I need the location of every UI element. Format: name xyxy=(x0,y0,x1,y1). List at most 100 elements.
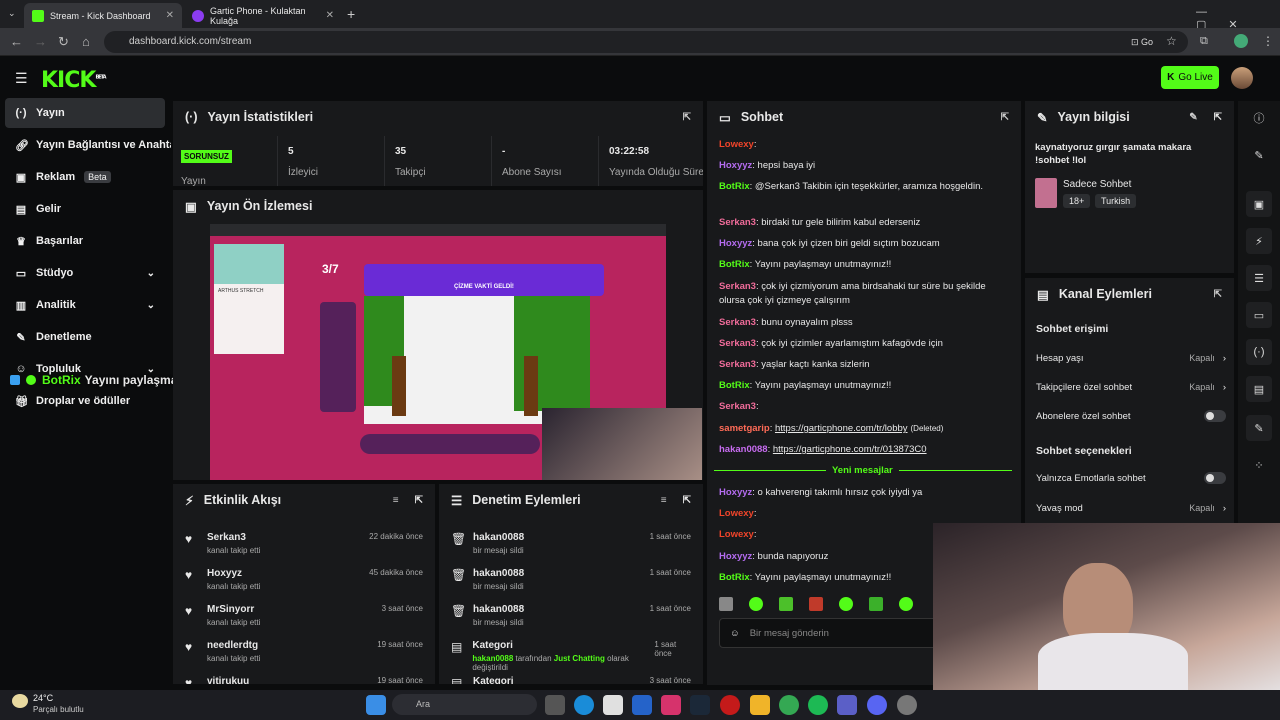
chat-username[interactable]: Hoxyyz xyxy=(719,551,752,562)
store-icon[interactable] xyxy=(603,695,623,715)
chat-username[interactable]: Hoxyyz xyxy=(719,487,752,498)
sidebar-item-yayin[interactable]: (·) Yayın xyxy=(5,98,165,128)
chat-username[interactable]: Serkan3 xyxy=(719,401,756,412)
sidebar-item-basarilar[interactable]: ♛ Başarılar xyxy=(5,226,165,256)
chat-username[interactable]: BotRix xyxy=(719,380,750,391)
lightning-icon[interactable]: ⚡︎ xyxy=(1246,228,1272,254)
emote-icon[interactable] xyxy=(719,597,733,611)
close-icon[interactable]: ✕ xyxy=(326,10,334,21)
chat-username[interactable]: hakan0088 xyxy=(719,444,768,455)
popout-icon[interactable]: ⇱ xyxy=(415,495,423,506)
setting-slow-mode[interactable]: Yavaş mod Kapalı › xyxy=(1036,497,1226,519)
setting-subscribers-only[interactable]: Abonelere özel sohbet xyxy=(1036,405,1226,427)
home-icon[interactable]: ⌂ xyxy=(82,34,90,49)
chat-username[interactable]: Hoxyyz xyxy=(719,238,752,249)
hamburger-menu-icon[interactable]: ☰ xyxy=(15,70,28,87)
emote-icon[interactable] xyxy=(899,597,913,611)
stream-icon[interactable]: (·) xyxy=(1246,339,1272,365)
sidebar-item-reklam[interactable]: ▣ Reklam Beta xyxy=(5,162,165,192)
emote-icon[interactable] xyxy=(809,597,823,611)
forward-icon[interactable]: → xyxy=(34,34,47,49)
spotify-icon[interactable] xyxy=(808,695,828,715)
url-input[interactable]: dashboard.kick.com/stream xyxy=(104,31,1188,53)
edit-icon[interactable]: ✎ xyxy=(1189,112,1197,123)
chat-username[interactable]: Serkan3 xyxy=(719,338,756,349)
sidebar-item-stream-key[interactable]: 🔗︎ Yayın Bağlantısı ve Anahtar xyxy=(5,130,171,160)
teams-icon[interactable] xyxy=(837,695,857,715)
chat-username[interactable]: Hoxyyz xyxy=(719,160,752,171)
bookmark-star-icon[interactable]: ☆ xyxy=(1166,34,1177,48)
task-view-icon[interactable] xyxy=(545,695,565,715)
opera-icon[interactable] xyxy=(720,695,740,715)
emote-picker-icon[interactable]: ☺ xyxy=(730,628,740,639)
emote-icon[interactable] xyxy=(749,597,763,611)
chat-username[interactable]: BotRix xyxy=(719,259,750,270)
chat-message: BotRix: @Serkan3 Takibin için teşekkürle… xyxy=(719,180,1009,194)
extensions-icon[interactable]: ⧉ xyxy=(1200,35,1208,48)
obs-icon[interactable] xyxy=(897,695,917,715)
popout-icon[interactable]: ⇱ xyxy=(1001,112,1009,123)
emote-only-toggle[interactable] xyxy=(1204,472,1226,484)
chat-icon[interactable]: ▭ xyxy=(1246,302,1272,328)
popout-icon[interactable]: ⇱ xyxy=(683,495,691,506)
popout-icon[interactable]: ⇱ xyxy=(683,112,691,123)
chat-username[interactable]: Serkan3 xyxy=(719,359,756,370)
chat-username[interactable]: Serkan3 xyxy=(719,317,756,328)
sidebar-item-analitik[interactable]: ▥ Analitik ⌄ xyxy=(5,290,165,320)
wrench-icon[interactable]: ✎ xyxy=(1246,415,1272,441)
chat-text[interactable]: https://garticphone.com/tr/lobby xyxy=(775,423,908,434)
profile-icon[interactable] xyxy=(1234,34,1248,48)
chat-username[interactable]: Lowexy xyxy=(719,508,754,519)
chat-username[interactable]: Serkan3 xyxy=(719,281,756,292)
subs-only-toggle[interactable] xyxy=(1204,410,1226,422)
sidebar-item-gelir[interactable]: ▤ Gelir xyxy=(5,194,165,224)
back-icon[interactable]: ← xyxy=(10,34,23,49)
chat-username[interactable]: BotRix xyxy=(719,181,750,192)
tab-search-icon[interactable]: ⌄ xyxy=(8,8,16,19)
more-icon[interactable]: ⁘ xyxy=(1246,452,1272,478)
popout-icon[interactable]: ⇱ xyxy=(1214,289,1222,300)
start-icon[interactable] xyxy=(366,695,386,715)
chat-username[interactable]: Serkan3 xyxy=(719,217,756,228)
settings-icon[interactable]: ▤ xyxy=(1246,376,1272,402)
sidebar-item-studyo[interactable]: ▭ Stüdyo ⌄ xyxy=(5,258,165,288)
chat-text[interactable]: https://garticphone.com/tr/013873C0 xyxy=(773,444,927,455)
user-avatar[interactable] xyxy=(1231,67,1253,89)
setting-account-age[interactable]: Hesap yaşı Kapalı › xyxy=(1036,347,1226,369)
info-icon[interactable]: ⓘ xyxy=(1246,105,1272,131)
filter-icon[interactable]: ≡ xyxy=(661,495,667,506)
sidebar-item-droplar[interactable]: 🎁︎ Droplar ve ödüller xyxy=(5,386,165,416)
tab-gartic-phone[interactable]: Gartic Phone - Kulaktan Kulağa ✕ xyxy=(184,3,342,28)
list-icon[interactable]: ☰ xyxy=(1246,265,1272,291)
kick-logo[interactable]: KICKBETA xyxy=(41,68,107,93)
edit-icon[interactable]: ✎ xyxy=(1246,142,1272,168)
emote-icon[interactable] xyxy=(779,597,793,611)
chat-username[interactable]: sametgarip xyxy=(719,423,770,434)
emote-icon[interactable] xyxy=(869,597,883,611)
setting-followers-only[interactable]: Takipçilere özel sohbet Kapalı › xyxy=(1036,376,1226,398)
chat-username[interactable]: BotRix xyxy=(719,572,750,583)
filter-icon[interactable]: ≡ xyxy=(393,495,399,506)
chat-username[interactable]: Lowexy xyxy=(719,529,754,540)
chat-username[interactable]: Lowexy xyxy=(719,139,754,150)
tab-kick-dashboard[interactable]: Stream - Kick Dashboard ✕ xyxy=(24,3,182,28)
discord-icon[interactable] xyxy=(867,695,887,715)
popout-icon[interactable]: ⇱ xyxy=(1214,112,1222,123)
setting-emote-only[interactable]: Yalnızca Emotlarla sohbet xyxy=(1036,467,1226,489)
google-lens-icon[interactable]: ⊡ Go xyxy=(1131,37,1153,48)
steam-icon[interactable] xyxy=(690,695,710,715)
go-live-button[interactable]: K Go Live xyxy=(1161,66,1219,89)
reload-icon[interactable]: ↻ xyxy=(58,34,69,50)
menu-dots-icon[interactable]: ⋮ xyxy=(1262,34,1274,48)
edge-icon[interactable] xyxy=(574,695,594,715)
folder-icon[interactable] xyxy=(750,695,770,715)
sidebar-item-denetleme[interactable]: ✎ Denetleme xyxy=(5,322,165,352)
close-icon[interactable]: ✕ xyxy=(166,10,174,21)
instagram-icon[interactable] xyxy=(661,695,681,715)
taskbar-search[interactable]: Ara xyxy=(392,694,537,715)
new-tab-icon[interactable]: + xyxy=(347,6,355,22)
preview-icon[interactable]: ▣ xyxy=(1246,191,1272,217)
emote-icon[interactable] xyxy=(839,597,853,611)
outlook-icon[interactable] xyxy=(632,695,652,715)
chrome-icon[interactable] xyxy=(779,695,799,715)
